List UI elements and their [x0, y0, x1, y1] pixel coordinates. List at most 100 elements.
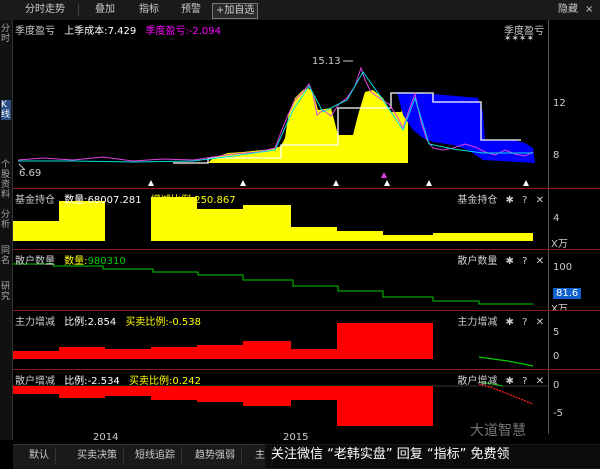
panel3-yaxis: 100 81.6 X万 — [548, 250, 600, 315]
rc-trade-label: 买卖比例: — [129, 376, 173, 387]
main-force-bar — [291, 349, 337, 359]
ytick: -5 — [553, 408, 563, 419]
gear-icon[interactable]: ✱ — [506, 256, 514, 267]
gear-icon[interactable]: ✱ — [506, 376, 514, 387]
tab-trade-decision[interactable]: 买卖决策 — [71, 447, 124, 465]
left-tab-info[interactable]: 个股资料 — [1, 160, 11, 200]
rc-trade-value: 0.242 — [172, 376, 202, 387]
retail-qty-value: 980310 — [87, 256, 126, 267]
panel4-name: 主力增减 — [15, 317, 55, 328]
retail-change-bar — [385, 386, 433, 426]
panel4-right-label: 主力增减 — [457, 317, 498, 328]
panel-main-force: 主力增减 比例:2.854 买卖比例:-0.538 主力增减 ✱ ? ✕ — [13, 311, 548, 369]
main-force-trend — [478, 356, 534, 367]
tab-short-track[interactable]: 短线追踪 — [129, 447, 182, 465]
main-force-bar — [13, 351, 59, 359]
event-triangle — [523, 180, 529, 186]
ytick: 0 — [553, 351, 560, 362]
panel5-right: 散户增减 ✱ ? ✕ — [457, 372, 544, 387]
x-tick: 2014 — [93, 432, 119, 443]
alert-button[interactable]: 预警 — [178, 3, 204, 17]
help-icon[interactable]: ? — [522, 195, 527, 206]
left-tab-kline[interactable]: K线 — [1, 100, 11, 120]
retail-change-bar — [13, 386, 59, 394]
main-force-bar — [337, 323, 385, 359]
retail-change-bar — [291, 386, 337, 400]
left-tab-research[interactable]: 研究 — [1, 282, 11, 302]
fund-bar — [479, 233, 533, 241]
panel-retail-count: 散户数量 数量:980310 散户数量 ✱ ? ✕ — [13, 250, 548, 310]
fund-bar — [433, 233, 479, 241]
panel1-yaxis: 12 8 — [548, 20, 600, 188]
fund-qty-value: 68007.281 — [87, 195, 142, 206]
close-icon[interactable]: ✕ — [536, 376, 544, 387]
fund-bar — [59, 201, 105, 241]
close-icon[interactable]: ✕ — [536, 317, 544, 328]
ytick: 12 — [553, 98, 566, 109]
last-cost-value: 7.429 — [107, 26, 137, 37]
fund-ratio-label: 增减比例: — [150, 195, 195, 206]
panel5-yaxis: 0 -5 — [548, 370, 600, 434]
fund-bar — [13, 221, 59, 241]
main-force-bar — [385, 323, 433, 359]
retail-change-bar — [197, 386, 243, 402]
current-value-badge: 81.6 — [553, 288, 582, 299]
banner-text: 关注微信 “老韩实盘” 回复 “指标” 免费领 — [271, 447, 510, 462]
fund-bar — [243, 205, 291, 241]
panel5-title: 散户增减 比例:-2.534 买卖比例:0.242 — [15, 372, 201, 387]
event-triangle — [333, 180, 339, 186]
panel2-right: 基金持仓 ✱ ? ✕ — [457, 191, 544, 206]
profit-label: 季度盈亏: — [145, 26, 189, 37]
panel3-name: 散户数量 — [15, 256, 55, 267]
panel1-title: 季度盈亏 上季成本:7.429 季度盈亏:-2.094 — [15, 22, 221, 37]
retail-change-trend — [478, 383, 534, 405]
gear-icon[interactable]: ✱ — [506, 195, 514, 206]
event-triangle — [240, 180, 246, 186]
panel5-name: 散户增减 — [15, 376, 55, 387]
event-triangle — [381, 172, 387, 178]
close-icon[interactable]: ✕ — [536, 256, 544, 267]
gear-icon[interactable]: ✱ — [506, 317, 514, 328]
help-icon[interactable]: ? — [522, 256, 527, 267]
left-sidebar: 分时 K线 个股资料 分析 同名 研究 — [0, 20, 13, 440]
close-icon[interactable]: × — [582, 3, 596, 17]
fund-bar — [291, 227, 337, 241]
mf-trade-label: 买卖比例: — [125, 317, 169, 328]
unit-label: X万 — [551, 239, 568, 250]
panel-retail-change: 散户增减 比例:-2.534 买卖比例:0.242 散户增减 ✱ ? ✕ — [13, 370, 548, 434]
fund-qty-label: 数量: — [64, 195, 88, 206]
indicator-button[interactable]: 指标 — [136, 3, 162, 17]
fund-bar — [337, 231, 383, 241]
help-icon[interactable]: ? — [522, 376, 527, 387]
panel2-title: 基金持仓 数量:68007.281 增减比例:250.867 — [15, 191, 236, 206]
fenshi-button[interactable]: 分时走势 — [22, 3, 68, 17]
last-cost-label: 上季成本: — [64, 26, 108, 37]
left-tab-fenshi[interactable]: 分时 — [1, 24, 11, 44]
low-price-label: 6.69 — [19, 168, 41, 179]
ytick: 8 — [553, 150, 560, 161]
mf-trade-value: -0.538 — [168, 317, 202, 328]
left-tab-analysis[interactable]: 分析 — [1, 210, 11, 230]
tab-trend-strength[interactable]: 趋势强弱 — [189, 447, 242, 465]
overlay-button[interactable]: 叠加 — [92, 3, 118, 17]
top-toolbar: 分时走势 叠加 指标 预警 +加自选 隐藏 × — [0, 0, 600, 21]
ytick: 4 — [553, 213, 560, 224]
hide-button[interactable]: 隐藏 — [555, 3, 581, 17]
mf-ratio-label: 比例: — [64, 317, 88, 328]
retail-change-bar — [59, 386, 105, 398]
toolbar-divider — [78, 4, 79, 16]
tab-default[interactable]: 默认 — [23, 447, 56, 465]
high-price-label: 15.13 — [312, 56, 341, 67]
panel1-stars: ✶✶✶✶ — [503, 34, 534, 44]
event-triangle — [148, 180, 154, 186]
price-chart: 15.13 6.69 — [17, 56, 535, 186]
panel2-name: 基金持仓 — [15, 195, 55, 206]
add-watchlist-button[interactable]: +加自选 — [212, 3, 259, 19]
panel1-name: 季度盈亏 — [15, 26, 55, 37]
rc-ratio-value: -2.534 — [87, 376, 120, 387]
left-tab-peer[interactable]: 同名 — [1, 246, 11, 266]
help-icon[interactable]: ? — [522, 317, 527, 328]
close-icon[interactable]: ✕ — [536, 195, 544, 206]
event-triangle — [426, 180, 432, 186]
fund-ratio-value: 250.867 — [194, 195, 236, 206]
